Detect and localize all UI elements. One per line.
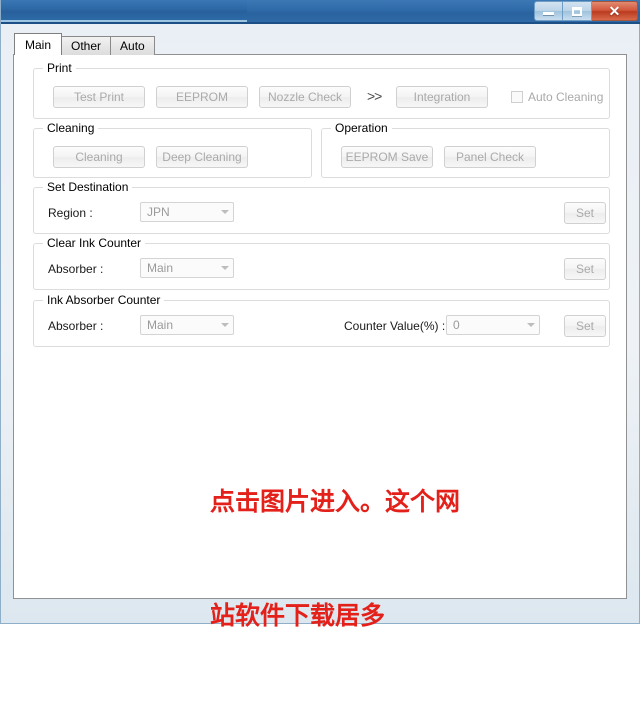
chevron-down-icon (216, 259, 233, 277)
group-clear-ink-counter: Clear Ink Counter Absorber : Main Set (33, 236, 610, 290)
eeprom-save-button-label: EEPROM Save (345, 150, 429, 164)
tab-main-label: Main (25, 37, 52, 52)
checkbox-box-icon (511, 91, 523, 103)
group-cleaning-legend: Cleaning (43, 121, 99, 135)
group-operation: Operation EEPROM Save Panel Check (321, 121, 610, 178)
clear-ink-absorber-combobox-value: Main (147, 261, 174, 275)
deep-cleaning-button-label: Deep Cleaning (162, 150, 242, 164)
counter-value-combobox-value: 0 (453, 318, 460, 332)
auto-cleaning-checkbox[interactable]: Auto Cleaning (511, 90, 603, 104)
title-bar-bottom-edge (1, 22, 640, 24)
title-bar[interactable]: ✕ (1, 0, 640, 24)
cleaning-button[interactable]: Cleaning (53, 146, 145, 168)
clear-ink-counter-set-button[interactable]: Set (564, 258, 606, 280)
tab-auto-label: Auto (120, 39, 145, 53)
eeprom-save-button[interactable]: EEPROM Save (341, 146, 433, 168)
test-print-button-label: Test Print (73, 90, 124, 104)
integration-button-label: Integration (413, 90, 471, 104)
eeprom-button-label: EEPROM (175, 90, 228, 104)
minimize-button[interactable] (534, 1, 563, 21)
group-print: Print Test Print EEPROM Nozzle Check >> … (33, 61, 610, 119)
group-ink-absorber-counter: Ink Absorber Counter Absorber : Main Cou… (33, 293, 610, 347)
clear-ink-counter-set-button-label: Set (575, 262, 594, 276)
maximize-button[interactable] (563, 1, 592, 21)
minimize-icon (543, 12, 554, 15)
set-destination-set-button[interactable]: Set (564, 202, 606, 224)
counter-value-combobox[interactable]: 0 (446, 315, 540, 335)
tab-main[interactable]: Main (14, 33, 63, 55)
ink-absorber-counter-set-button[interactable]: Set (564, 315, 606, 337)
tab-page-main: Print Test Print EEPROM Nozzle Check >> … (13, 54, 627, 630)
panel-check-button[interactable]: Panel Check (444, 146, 536, 168)
tab-other[interactable]: Other (61, 36, 112, 55)
close-icon: ✕ (608, 3, 621, 19)
group-ink-absorber-counter-legend: Ink Absorber Counter (43, 293, 165, 307)
clear-ink-absorber-combobox[interactable]: Main (140, 258, 234, 278)
watermark-line-2: 站软件下载居多 (210, 601, 386, 630)
ink-absorber-combobox[interactable]: Main (140, 315, 234, 335)
chevron-down-icon (522, 316, 539, 334)
integration-button[interactable]: Integration (396, 86, 488, 108)
group-set-destination-legend: Set Destination (43, 180, 133, 194)
test-print-button[interactable]: Test Print (53, 86, 145, 108)
watermark-overlay: 点击图片进入。这个网 站软件下载居多 (210, 407, 460, 711)
counter-value-label: Counter Value(%) : (344, 319, 446, 333)
nozzle-check-button[interactable]: Nozzle Check (259, 86, 351, 108)
caption-button-group: ✕ (534, 1, 638, 21)
application-window: ✕ Main Other Auto Print Test Print EEPRO… (0, 0, 640, 630)
chevron-down-icon (216, 203, 233, 221)
eeprom-button[interactable]: EEPROM (156, 86, 248, 108)
ink-absorber-combobox-value: Main (147, 318, 174, 332)
watermark-line-1: 点击图片进入。这个网 (210, 487, 461, 516)
region-label: Region : (48, 206, 93, 220)
group-print-legend: Print (43, 61, 76, 75)
panel-check-button-label: Panel Check (455, 150, 525, 164)
maximize-icon (572, 6, 582, 16)
ink-absorber-label: Absorber : (48, 319, 104, 333)
clear-ink-absorber-label: Absorber : (48, 262, 104, 276)
deep-cleaning-button[interactable]: Deep Cleaning (156, 146, 248, 168)
close-button[interactable]: ✕ (592, 1, 638, 21)
group-cleaning: Cleaning Cleaning Deep Cleaning (33, 121, 312, 178)
auto-cleaning-checkbox-label: Auto Cleaning (528, 90, 604, 104)
ink-absorber-counter-set-button-label: Set (575, 319, 594, 333)
cleaning-button-label: Cleaning (75, 150, 123, 164)
tab-auto[interactable]: Auto (110, 36, 155, 55)
chevron-double-right-icon: >> (367, 88, 382, 104)
tab-other-label: Other (71, 39, 102, 53)
tab-strip: Main Other Auto (14, 33, 155, 55)
set-destination-set-button-label: Set (575, 206, 594, 220)
title-bar-left-segment (1, 0, 247, 22)
group-clear-ink-counter-legend: Clear Ink Counter (43, 236, 146, 250)
region-combobox[interactable]: JPN (140, 202, 234, 222)
region-combobox-value: JPN (147, 205, 170, 219)
chevron-down-icon (216, 316, 233, 334)
nozzle-check-button-label: Nozzle Check (267, 90, 343, 104)
group-operation-legend: Operation (331, 121, 392, 135)
group-set-destination: Set Destination Region : JPN Set (33, 180, 610, 234)
